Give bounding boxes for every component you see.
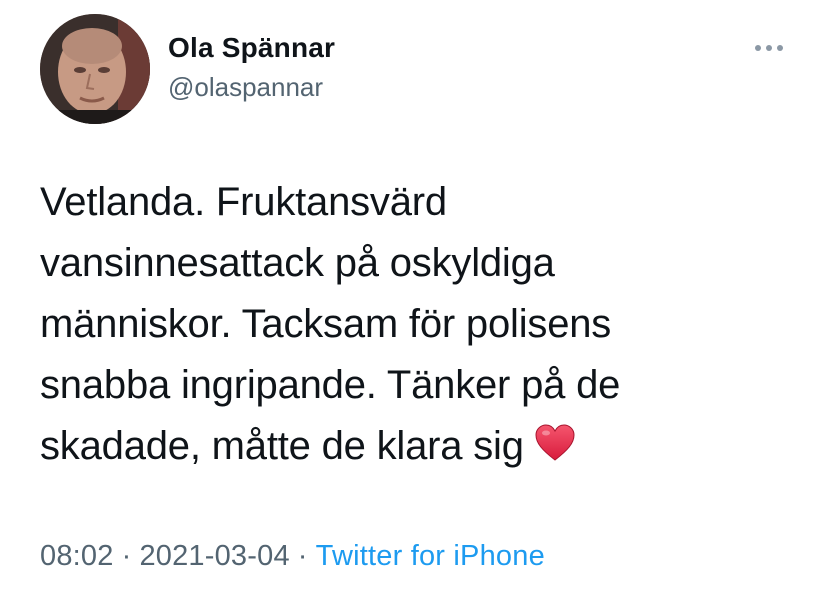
display-name[interactable]: Ola Spännar: [168, 32, 335, 64]
avatar[interactable]: [40, 14, 150, 124]
tweet-meta: 08:02 · 2021-03-04 · Twitter for iPhone: [40, 540, 545, 573]
avatar-photo: [40, 14, 150, 124]
more-options-icon[interactable]: [752, 38, 786, 58]
tweet-text-line: skadade, måtte de klara sig: [40, 424, 524, 468]
tweet-date[interactable]: 2021-03-04: [139, 540, 289, 572]
tweet-text-last-line: skadade, måtte de klara sig: [40, 416, 760, 477]
tweet-text: Vetlanda. Fruktansvärd vansinnesattack p…: [40, 172, 760, 477]
tweet-text-line: människor. Tacksam för polisens: [40, 302, 612, 346]
tweet-text-line: Vetlanda. Fruktansvärd: [40, 180, 447, 224]
tweet-text-line: snabba ingripande. Tänker på de: [40, 363, 621, 407]
tweet-card: Ola Spännar @olaspannar Vetlanda. Frukta…: [0, 0, 828, 604]
tweet-source-link[interactable]: Twitter for iPhone: [316, 540, 545, 572]
meta-separator: ·: [121, 540, 132, 572]
heart-icon: [534, 420, 576, 461]
user-handle[interactable]: @olaspannar: [168, 72, 323, 103]
meta-separator: ·: [297, 540, 308, 572]
tweet-text-line: vansinnesattack på oskyldiga: [40, 241, 555, 285]
tweet-time[interactable]: 08:02: [40, 540, 114, 572]
